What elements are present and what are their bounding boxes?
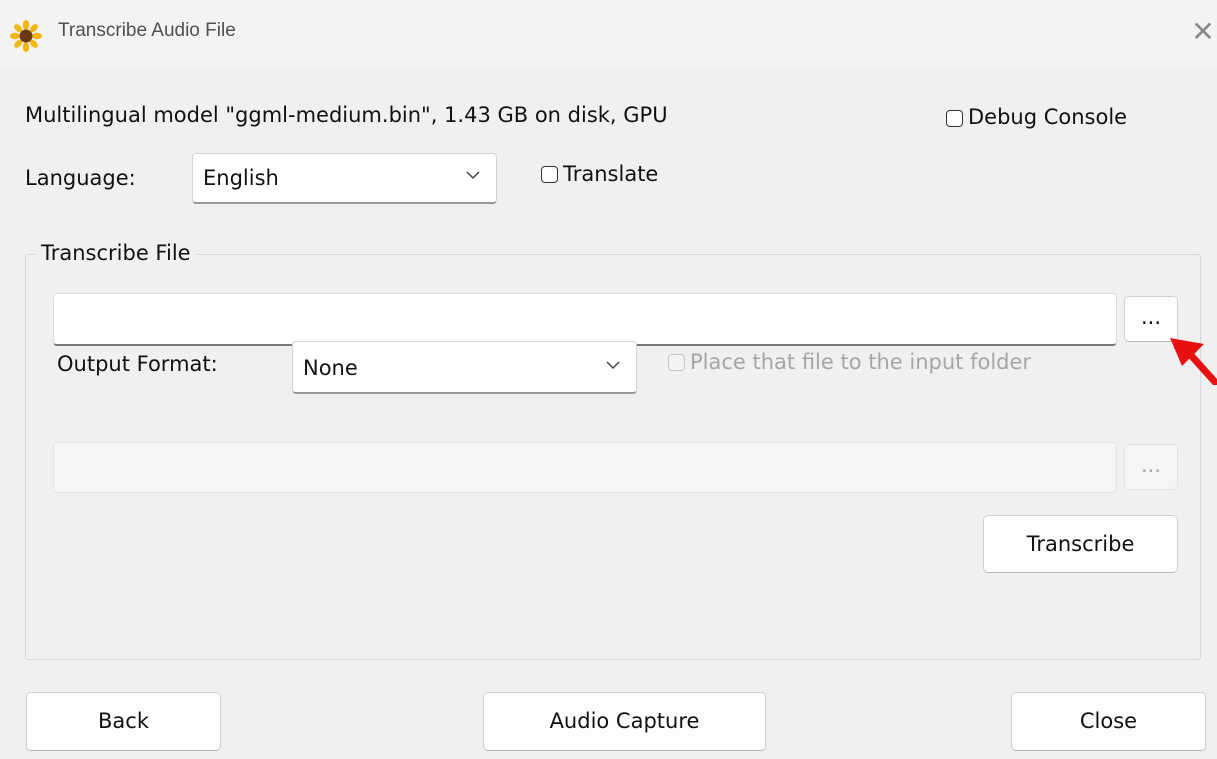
translate-checkbox-box[interactable] — [541, 166, 558, 183]
window-title: Transcribe Audio File — [58, 20, 236, 41]
back-button[interactable]: Back — [26, 692, 221, 751]
language-select[interactable]: English — [192, 153, 497, 204]
translate-label[interactable]: Translate — [563, 162, 658, 186]
window-close-icon[interactable]: ✕ — [1188, 16, 1217, 48]
chevron-down-icon — [466, 171, 480, 180]
output-format-select[interactable]: None — [292, 341, 637, 394]
place-in-input-folder-checkbox-box[interactable] — [668, 354, 685, 371]
output-file-path-field[interactable] — [53, 442, 1117, 493]
output-format-label: Output Format: — [57, 352, 218, 376]
input-file-path-field[interactable] — [53, 293, 1117, 346]
sunflower-icon — [10, 20, 42, 52]
place-in-input-folder-label: Place that file to the input folder — [690, 350, 1032, 374]
transcribe-button[interactable]: Transcribe — [983, 515, 1178, 573]
title-bar: Transcribe Audio File ✕ — [0, 0, 1217, 68]
transcribe-audio-file-dialog: Transcribe Audio File ✕ Multilingual mod… — [0, 0, 1217, 759]
browse-output-file-button[interactable]: ... — [1124, 444, 1178, 490]
language-select-value: English — [203, 166, 279, 190]
language-label: Language: — [25, 166, 136, 190]
transcribe-file-group-title: Transcribe File — [36, 241, 196, 265]
output-format-select-value: None — [303, 356, 358, 380]
debug-console-label[interactable]: Debug Console — [968, 105, 1127, 129]
close-button[interactable]: Close — [1011, 692, 1206, 751]
red-arrow-icon — [1170, 338, 1217, 385]
audio-capture-button[interactable]: Audio Capture — [483, 692, 766, 751]
model-info-text: Multilingual model "ggml-medium.bin", 1.… — [25, 103, 668, 127]
debug-console-checkbox-box[interactable] — [946, 110, 963, 127]
chevron-down-icon — [606, 361, 620, 370]
